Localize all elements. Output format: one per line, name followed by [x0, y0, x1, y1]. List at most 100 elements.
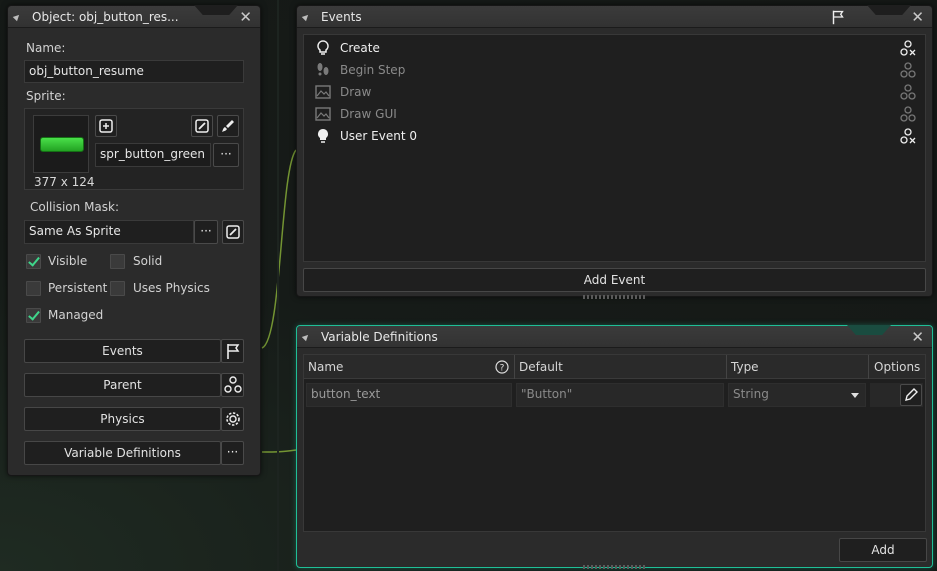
events-panel-header[interactable]: Events ✕: [297, 5, 932, 28]
close-icon[interactable]: ✕: [911, 8, 924, 26]
uses-physics-checkbox[interactable]: [110, 281, 125, 296]
events-panel: Events ✕ Create Begin Step Draw Draw GUI…: [296, 5, 933, 299]
physics-button[interactable]: Physics: [24, 407, 221, 431]
event-inherit-icon[interactable]: [899, 105, 917, 123]
sprite-thumbnail: [40, 137, 84, 152]
table-row: button_text "Button" String: [306, 383, 923, 409]
object-panel-header[interactable]: Object: obj_button_res... ✕: [8, 5, 260, 28]
sprite-label: Sprite:: [26, 89, 66, 103]
variable-default-field[interactable]: "Button": [516, 383, 724, 407]
name-label: Name:: [26, 41, 66, 55]
collapse-icon[interactable]: [12, 12, 22, 22]
event-inherit-icon[interactable]: [899, 61, 917, 79]
collision-mask-edit-button[interactable]: [222, 220, 244, 244]
events-list: Create Begin Step Draw Draw GUI User Eve…: [303, 34, 926, 262]
svg-text:?: ?: [500, 364, 505, 374]
edit-image-icon: [226, 225, 240, 239]
column-header-name: Name: [308, 360, 344, 374]
variable-type-value: String: [733, 387, 769, 401]
sprite-size: 377 x 124: [34, 175, 95, 189]
managed-checkbox[interactable]: [26, 308, 41, 323]
help-icon[interactable]: ?: [495, 360, 509, 374]
variables-table: Name ? Default Type Options button_text …: [303, 354, 926, 532]
edit-sprite-button[interactable]: [191, 115, 213, 137]
collapse-icon[interactable]: [301, 12, 311, 22]
lightbulb-filled-icon: [318, 129, 328, 143]
event-item-draw[interactable]: Draw: [310, 81, 919, 103]
column-divider: [868, 355, 869, 379]
visible-label: Visible: [48, 254, 88, 268]
physics-settings-button[interactable]: [221, 407, 244, 431]
footsteps-icon: [317, 63, 329, 76]
sprite-brush-button[interactable]: [217, 115, 239, 137]
column-header-options: Options: [874, 360, 921, 374]
sprite-preview[interactable]: [33, 115, 89, 173]
collision-mask-browse-button[interactable]: ···: [194, 220, 218, 244]
event-label: Draw GUI: [340, 107, 397, 121]
variable-type-select[interactable]: String: [728, 383, 866, 407]
event-label: User Event 0: [340, 129, 417, 143]
pencil-icon: [905, 388, 918, 401]
parent-button[interactable]: Parent: [24, 373, 221, 397]
add-variable-button[interactable]: Add: [839, 538, 927, 562]
name-field[interactable]: obj_button_resume: [24, 60, 244, 83]
variable-name-field[interactable]: button_text: [306, 383, 512, 407]
event-item-draw-gui[interactable]: Draw GUI: [310, 103, 919, 125]
uses-physics-label: Uses Physics: [133, 281, 210, 295]
persistent-checkbox[interactable]: [26, 281, 41, 296]
event-item-create[interactable]: Create: [310, 37, 919, 59]
visible-checkbox[interactable]: [26, 254, 41, 269]
variable-definitions-title: Variable Definitions: [321, 330, 438, 344]
parent-hierarchy-button[interactable]: [221, 373, 244, 397]
hierarchy-icon: [223, 376, 242, 393]
solid-checkbox[interactable]: [110, 254, 125, 269]
new-sprite-button[interactable]: [95, 115, 117, 137]
managed-label: Managed: [48, 308, 104, 322]
object-panel: Object: obj_button_res... ✕ Name: obj_bu…: [7, 5, 261, 476]
image-icon: [315, 107, 331, 121]
solid-label: Solid: [133, 254, 163, 268]
add-event-button[interactable]: Add Event: [303, 268, 926, 292]
close-icon[interactable]: ✕: [239, 8, 252, 26]
variable-definitions-button[interactable]: Variable Definitions: [24, 441, 221, 465]
table-header: Name ? Default Type Options: [304, 355, 925, 379]
header-notch: [194, 5, 238, 15]
header-notch: [867, 5, 911, 15]
events-panel-title: Events: [321, 10, 362, 24]
column-divider: [514, 355, 515, 379]
event-item-begin-step[interactable]: Begin Step: [310, 59, 919, 81]
event-inherit-override-icon[interactable]: [899, 39, 917, 57]
chevron-down-icon: [851, 393, 859, 398]
variable-definitions-header[interactable]: Variable Definitions ✕: [297, 325, 932, 348]
events-button[interactable]: Events: [24, 339, 221, 363]
resize-grip[interactable]: [582, 565, 647, 569]
lightbulb-icon: [317, 40, 329, 55]
collapse-icon[interactable]: [301, 332, 311, 342]
collision-mask-label: Collision Mask:: [30, 200, 120, 214]
event-label: Draw: [340, 85, 372, 99]
event-label: Begin Step: [340, 63, 406, 77]
variable-definitions-panel: Variable Definitions ✕ Name ? Default Ty…: [296, 325, 933, 569]
resize-grip[interactable]: [582, 295, 647, 299]
edit-variable-button[interactable]: [900, 384, 922, 406]
sprite-name-field[interactable]: spr_button_green: [95, 143, 211, 167]
events-flag-button[interactable]: [221, 339, 244, 363]
object-panel-title: Object: obj_button_res...: [32, 10, 179, 24]
variable-definitions-more-button[interactable]: ···: [221, 441, 244, 465]
close-icon[interactable]: ✕: [911, 328, 924, 346]
column-divider: [726, 355, 727, 379]
event-item-user-event-0[interactable]: User Event 0: [310, 125, 919, 147]
event-inherit-override-icon[interactable]: [899, 127, 917, 145]
sprite-browse-button[interactable]: ···: [213, 143, 239, 167]
flag-icon: [226, 344, 239, 359]
header-notch: [847, 325, 891, 335]
collision-mask-field[interactable]: Same As Sprite: [24, 220, 194, 244]
persistent-label: Persistent: [48, 281, 108, 295]
event-inherit-icon[interactable]: [899, 83, 917, 101]
edit-image-icon: [195, 119, 209, 133]
sprite-box: 377 x 124 spr_button_green ···: [24, 108, 244, 190]
new-sprite-icon: [99, 119, 113, 133]
column-header-type: Type: [731, 360, 759, 374]
flag-icon[interactable]: [829, 8, 847, 26]
event-label: Create: [340, 41, 380, 55]
